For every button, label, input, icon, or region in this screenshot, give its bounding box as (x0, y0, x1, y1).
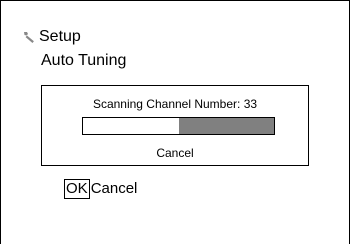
footer-actions: OK Cancel (64, 179, 137, 199)
ok-button[interactable]: OK (64, 179, 90, 199)
scanning-status-text: Scanning Channel Number: 33 (92, 97, 258, 111)
auto-tuning-title: Auto Tuning (41, 52, 127, 69)
cancel-button[interactable]: Cancel (91, 180, 138, 198)
wrench-icon (22, 30, 36, 44)
scan-progress-bar (82, 117, 275, 135)
setup-header: Setup (22, 27, 81, 47)
scan-dialog: Scanning Channel Number: 33 Cancel (41, 85, 309, 166)
setup-title: Setup (39, 28, 81, 45)
setup-screen: Setup Auto Tuning Scanning Channel Numbe… (0, 0, 350, 244)
dialog-cancel-button[interactable]: Cancel (42, 145, 308, 161)
scan-progress-fill (178, 118, 274, 134)
